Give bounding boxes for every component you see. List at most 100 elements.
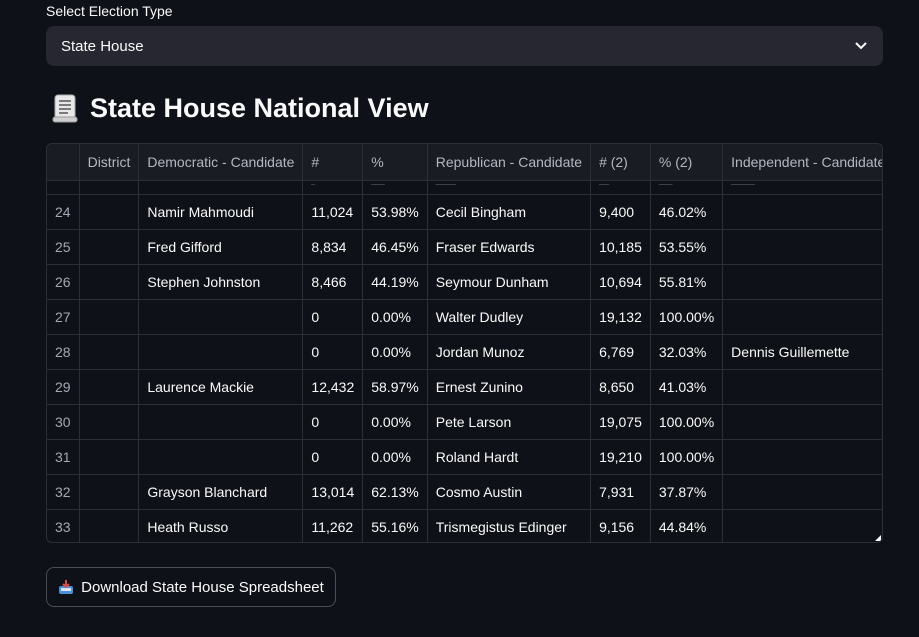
rep-votes-cell[interactable]: 6,769 bbox=[590, 334, 651, 370]
dem-candidate-cell[interactable]: Stephen Johnston bbox=[138, 264, 304, 300]
row-index[interactable]: 31 bbox=[47, 439, 80, 475]
dem-percent-cell[interactable]: 46.45% bbox=[362, 229, 428, 265]
row-index[interactable]: 30 bbox=[47, 404, 80, 440]
dem-candidate-cell[interactable]: Laurence Mackie bbox=[138, 369, 304, 405]
rep-votes-cell[interactable]: 8,650 bbox=[590, 369, 651, 405]
results-table[interactable]: District Democratic - Candidate # % Repu… bbox=[46, 143, 883, 543]
row-index[interactable]: 29 bbox=[47, 369, 80, 405]
rep-candidate-cell[interactable]: Pete Larson bbox=[427, 404, 592, 440]
district-cell[interactable] bbox=[79, 229, 140, 265]
rep-candidate-cell[interactable]: Fraser Edwards bbox=[427, 229, 592, 265]
resize-handle[interactable] bbox=[875, 535, 881, 541]
rep-candidate-cell[interactable]: Cosmo Austin bbox=[427, 474, 592, 510]
rep-percent-cell[interactable]: 46.02% bbox=[650, 194, 724, 230]
rep-percent-cell[interactable]: 32.03% bbox=[650, 334, 724, 370]
dem-candidate-cell[interactable] bbox=[138, 439, 304, 475]
district-cell[interactable] bbox=[79, 334, 140, 370]
dem-percent-cell[interactable]: 0.00% bbox=[362, 404, 428, 440]
ind-candidate-cell[interactable] bbox=[722, 229, 882, 265]
rep-percent-cell[interactable]: 37.87% bbox=[650, 474, 724, 510]
rep-candidate-cell[interactable]: Seymour Dunham bbox=[427, 264, 592, 300]
election-type-select[interactable]: State House bbox=[46, 26, 883, 66]
row-index[interactable]: 24 bbox=[47, 194, 80, 230]
row-index[interactable]: 25 bbox=[47, 229, 80, 265]
column-header-dem-candidate[interactable]: Democratic - Candidate bbox=[138, 144, 304, 181]
ind-candidate-cell[interactable] bbox=[722, 509, 882, 542]
dem-votes-cell[interactable]: 0 bbox=[302, 299, 364, 335]
ind-candidate-cell[interactable] bbox=[722, 474, 882, 510]
rep-votes-cell[interactable]: 10,694 bbox=[590, 264, 651, 300]
dem-candidate-cell[interactable] bbox=[138, 334, 304, 370]
district-cell[interactable] bbox=[79, 264, 140, 300]
ind-candidate-cell[interactable] bbox=[722, 369, 882, 405]
column-header-district[interactable]: District bbox=[79, 144, 140, 181]
rep-candidate-cell[interactable]: Walter Dudley bbox=[427, 299, 592, 335]
dem-percent-cell[interactable]: 55.16% bbox=[362, 509, 428, 542]
rep-candidate-cell[interactable]: Ernest Zunino bbox=[427, 369, 592, 405]
dem-votes-cell[interactable]: 8,466 bbox=[302, 264, 364, 300]
dem-votes-cell[interactable]: 0 bbox=[302, 439, 364, 475]
rep-percent-cell[interactable]: 55.81% bbox=[650, 264, 724, 300]
rep-percent-cell[interactable]: 100.00% bbox=[650, 404, 724, 440]
column-header-rep-percent[interactable]: % (2) bbox=[650, 144, 724, 181]
ind-candidate-cell[interactable] bbox=[722, 264, 882, 300]
dem-candidate-cell[interactable] bbox=[138, 404, 304, 440]
district-cell[interactable] bbox=[79, 194, 140, 230]
district-cell[interactable] bbox=[79, 439, 140, 475]
rep-votes-cell[interactable]: 9,156 bbox=[590, 509, 651, 542]
dem-votes-cell[interactable]: 11,024 bbox=[302, 194, 364, 230]
dem-percent-cell[interactable]: 44.19% bbox=[362, 264, 428, 300]
rep-votes-cell[interactable]: 7,931 bbox=[590, 474, 651, 510]
dem-percent-cell[interactable]: 0.00% bbox=[362, 439, 428, 475]
column-header-rep-votes[interactable]: # (2) bbox=[590, 144, 651, 181]
dem-candidate-cell[interactable]: Grayson Blanchard bbox=[138, 474, 304, 510]
dem-votes-cell[interactable]: 0 bbox=[302, 404, 364, 440]
dem-candidate-cell[interactable]: Namir Mahmoudi bbox=[138, 194, 304, 230]
dem-percent-cell[interactable]: 0.00% bbox=[362, 334, 428, 370]
ind-candidate-cell[interactable] bbox=[722, 404, 882, 440]
rep-percent-cell[interactable]: 53.55% bbox=[650, 229, 724, 265]
dem-votes-cell[interactable]: 8,834 bbox=[302, 229, 364, 265]
rep-percent-cell[interactable]: 100.00% bbox=[650, 299, 724, 335]
column-header-dem-votes[interactable]: # bbox=[302, 144, 364, 181]
column-header-ind-candidate[interactable]: Independent - Candidate bbox=[722, 144, 882, 181]
dem-votes-cell[interactable]: 13,014 bbox=[302, 474, 364, 510]
row-index[interactable]: 33 bbox=[47, 509, 80, 542]
district-cell[interactable] bbox=[79, 369, 140, 405]
rep-candidate-cell[interactable]: Jordan Munoz bbox=[427, 334, 592, 370]
rep-votes-cell[interactable]: 9,400 bbox=[590, 194, 651, 230]
district-cell[interactable] bbox=[79, 299, 140, 335]
dem-votes-cell[interactable]: 12,432 bbox=[302, 369, 364, 405]
dem-percent-cell[interactable]: 62.13% bbox=[362, 474, 428, 510]
dem-votes-cell[interactable]: 11,262 bbox=[302, 509, 364, 542]
dem-votes-cell[interactable]: 0 bbox=[302, 334, 364, 370]
column-header-index[interactable] bbox=[47, 144, 80, 181]
row-index[interactable]: 32 bbox=[47, 474, 80, 510]
rep-percent-cell[interactable]: 44.84% bbox=[650, 509, 724, 542]
ind-candidate-cell[interactable]: Dennis Guillemette bbox=[722, 334, 882, 370]
rep-votes-cell[interactable]: 19,210 bbox=[590, 439, 651, 475]
rep-percent-cell[interactable]: 41.03% bbox=[650, 369, 724, 405]
column-header-dem-percent[interactable]: % bbox=[362, 144, 428, 181]
dem-candidate-cell[interactable]: Fred Gifford bbox=[138, 229, 304, 265]
dem-percent-cell[interactable]: 53.98% bbox=[362, 194, 428, 230]
dem-candidate-cell[interactable]: Heath Russo bbox=[138, 509, 304, 542]
district-cell[interactable] bbox=[79, 474, 140, 510]
rep-votes-cell[interactable]: 10,185 bbox=[590, 229, 651, 265]
row-index[interactable]: 26 bbox=[47, 264, 80, 300]
rep-votes-cell[interactable]: 19,075 bbox=[590, 404, 651, 440]
rep-candidate-cell[interactable]: Cecil Bingham bbox=[427, 194, 592, 230]
column-header-rep-candidate[interactable]: Republican - Candidate bbox=[427, 144, 592, 181]
district-cell[interactable] bbox=[79, 404, 140, 440]
dem-candidate-cell[interactable] bbox=[138, 299, 304, 335]
ind-candidate-cell[interactable] bbox=[722, 299, 882, 335]
row-index[interactable]: 28 bbox=[47, 334, 80, 370]
rep-percent-cell[interactable]: 100.00% bbox=[650, 439, 724, 475]
dem-percent-cell[interactable]: 58.97% bbox=[362, 369, 428, 405]
rep-candidate-cell[interactable]: Roland Hardt bbox=[427, 439, 592, 475]
rep-candidate-cell[interactable]: Trismegistus Edinger bbox=[427, 509, 592, 542]
row-index[interactable]: 27 bbox=[47, 299, 80, 335]
download-spreadsheet-button[interactable]: Download State House Spreadsheet bbox=[46, 567, 336, 607]
ind-candidate-cell[interactable] bbox=[722, 439, 882, 475]
district-cell[interactable] bbox=[79, 509, 140, 542]
